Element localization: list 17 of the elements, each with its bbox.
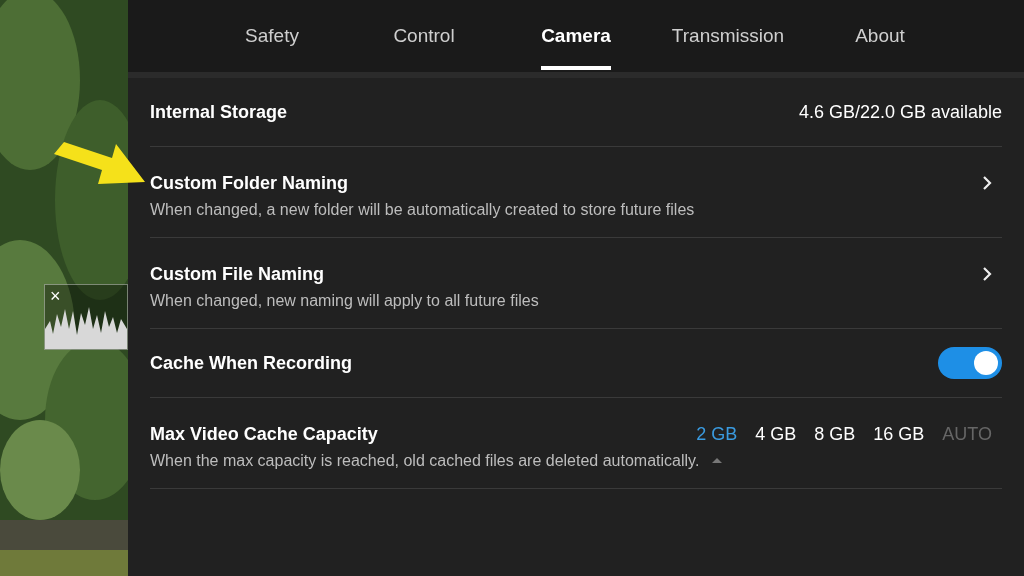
setting-title: Max Video Cache Capacity: [150, 423, 378, 445]
setting-title: Internal Storage: [150, 101, 288, 123]
capacity-option[interactable]: 16 GB: [873, 405, 925, 463]
setting-title: Custom File Naming: [150, 263, 324, 285]
tab[interactable]: About: [804, 0, 956, 72]
setting-title: Cache When Recording: [150, 352, 353, 374]
close-button[interactable]: ×: [50, 285, 61, 307]
capacity-option[interactable]: 8 GB: [814, 405, 856, 463]
capacity-option[interactable]: 4 GB: [755, 405, 797, 463]
setting-description: When changed, new naming will apply to all future files: [150, 292, 540, 311]
tab[interactable]: Transmission: [652, 0, 804, 72]
setting-title: Custom Folder Naming: [150, 172, 348, 194]
tab[interactable]: Safety: [196, 0, 348, 72]
storage-value: 4.6 GB/22.0 GB available: [798, 101, 1002, 123]
tab[interactable]: Camera: [500, 0, 652, 72]
tab[interactable]: Control: [348, 0, 500, 72]
setting-description: When changed, a new folder will be automatically created to store future files: [150, 201, 696, 220]
